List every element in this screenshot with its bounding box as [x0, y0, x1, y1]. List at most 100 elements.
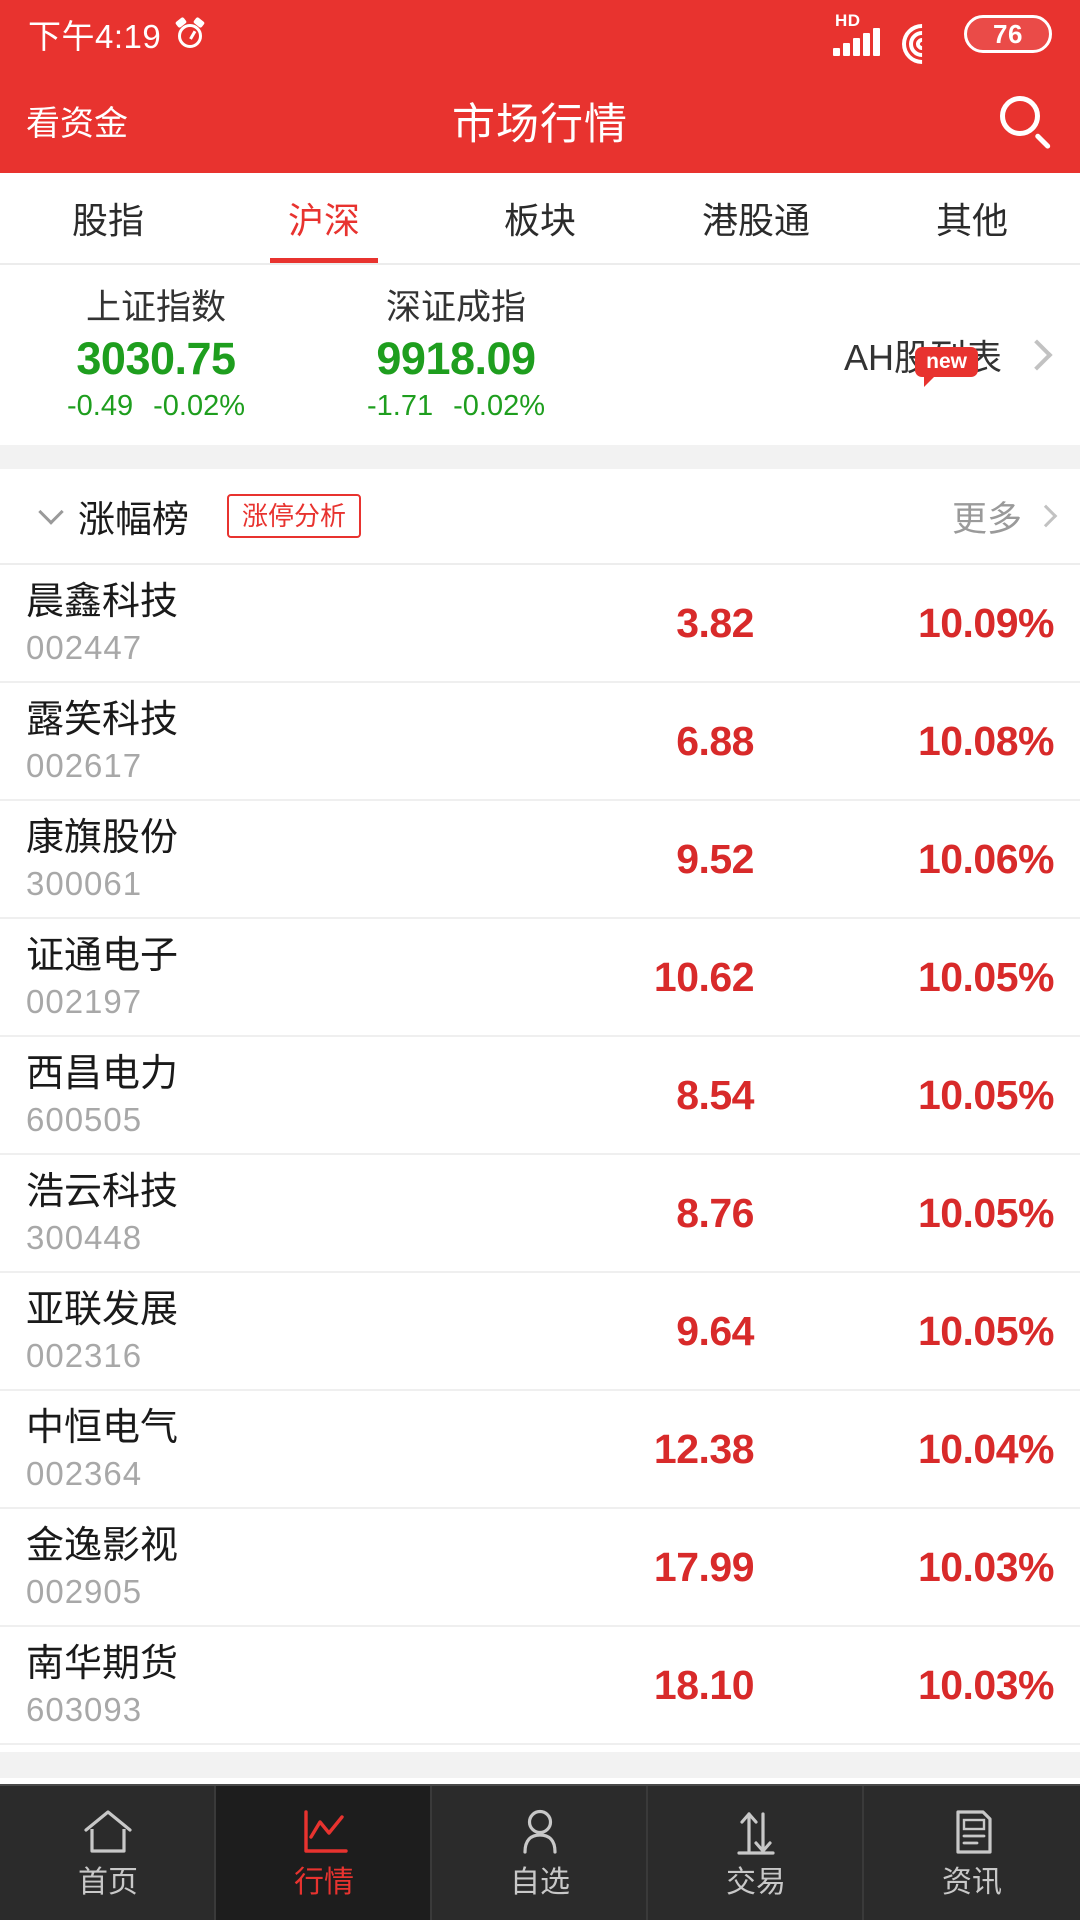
index-change-row: -0.49 -0.02%	[67, 387, 245, 425]
nav-item-market[interactable]: 行情	[216, 1786, 432, 1920]
stock-change-pct: 10.03%	[917, 1543, 1055, 1590]
stock-change-pct: 10.05%	[917, 1189, 1055, 1236]
transfer-icon	[729, 1807, 783, 1857]
gainers-title: 涨幅榜	[78, 499, 189, 540]
table-row[interactable]: 露笑科技 002617 6.88 10.08%	[0, 683, 1080, 801]
nav-label: 交易	[726, 1865, 786, 1899]
nav-item-trade[interactable]: 交易	[648, 1786, 864, 1920]
stock-change-pct: 10.06%	[917, 835, 1055, 882]
tab-hushen[interactable]: 沪深	[216, 173, 432, 263]
ah-stock-list-entry[interactable]: new AH股列表	[606, 329, 1074, 387]
chevron-down-icon[interactable]	[38, 499, 64, 525]
stock-identity: 亚联发展 002316	[26, 1285, 456, 1377]
nav-label: 首页	[78, 1865, 138, 1899]
nav-label: 自选	[510, 1865, 570, 1899]
stock-code: 603093	[26, 1691, 143, 1728]
battery-level: 76	[993, 18, 1023, 49]
index-name: 深证成指	[385, 288, 526, 327]
stock-name: 证通电子	[26, 935, 179, 977]
index-panel: 上证指数 3030.75 -0.49 -0.02% 深证成指 9918.09 -…	[0, 265, 1080, 445]
index-change-pct: -0.02%	[153, 390, 245, 422]
stock-code: 300061	[26, 865, 143, 902]
tab-bankuai[interactable]: 板块	[432, 173, 648, 263]
stock-price: 3.82	[676, 599, 754, 646]
limit-up-analysis-button[interactable]: 涨停分析	[227, 494, 362, 538]
index-value: 9918.09	[376, 333, 536, 384]
index-card-shanghai[interactable]: 上证指数 3030.75 -0.49 -0.02%	[6, 285, 306, 425]
stock-identity: 证通电子 002197	[26, 931, 456, 1023]
index-name: 上证指数	[85, 288, 226, 327]
index-change-row: -1.71 -0.02%	[367, 387, 545, 425]
alarm-clock-icon	[175, 16, 206, 49]
status-bar: 下午4:19 HD 76	[0, 0, 1080, 73]
table-row[interactable]: 亚联发展 002316 9.64 10.05%	[0, 1273, 1080, 1391]
stock-change-pct: 10.09%	[917, 599, 1055, 646]
stock-identity: 晨鑫科技 002447	[26, 577, 456, 669]
chevron-right-icon	[1021, 339, 1053, 371]
index-card-shenzhen[interactable]: 深证成指 9918.09 -1.71 -0.02%	[306, 285, 606, 425]
market-tabs: 股指 沪深 板块 港股通 其他	[0, 173, 1080, 265]
title-bar: 看资金 市场行情	[0, 68, 1080, 173]
stock-price: 6.88	[676, 717, 754, 764]
chart-icon	[297, 1807, 351, 1857]
stock-name: 露笑科技	[26, 699, 179, 741]
search-icon[interactable]	[996, 92, 1054, 150]
table-row[interactable]: 晨鑫科技 002447 3.82 10.09%	[0, 565, 1080, 683]
nav-label: 资讯	[942, 1865, 1002, 1899]
stock-name: 亚联发展	[26, 1289, 179, 1331]
stock-identity: 南华期货 603093	[26, 1639, 456, 1731]
stock-code: 600505	[26, 1101, 143, 1138]
page-title: 市场行情	[452, 100, 628, 149]
index-change: -0.49	[67, 390, 134, 422]
stock-price: 12.38	[653, 1425, 755, 1472]
stock-identity: 露笑科技 002617	[26, 695, 456, 787]
stock-identity: 金逸影视 002905	[26, 1521, 456, 1613]
stock-identity: 康旗股份 300061	[26, 813, 456, 905]
nav-item-watchlist[interactable]: 自选	[432, 1786, 648, 1920]
nav-item-home[interactable]: 首页	[0, 1786, 216, 1920]
stock-code: 002447	[26, 629, 143, 666]
index-value: 3030.75	[76, 333, 236, 384]
stock-price: 9.64	[676, 1307, 754, 1354]
table-row[interactable]: 浩云科技 300448 8.76 10.05%	[0, 1155, 1080, 1273]
stock-change-pct: 10.03%	[917, 1661, 1055, 1708]
bottom-navigation: 首页 行情 自选 交易 资讯	[0, 1784, 1080, 1920]
app-root: 下午4:19 HD 76 看资金 市场行情 股指 沪深 板块 港股通 其他 上证…	[0, 0, 1080, 1920]
battery-indicator: 76	[964, 15, 1052, 53]
stock-name: 浩云科技	[26, 1171, 179, 1213]
capital-flow-button[interactable]: 看资金	[26, 96, 128, 145]
stock-price: 17.99	[653, 1543, 755, 1590]
stock-change-pct: 10.05%	[917, 953, 1055, 1000]
stock-change-pct: 10.08%	[917, 717, 1055, 764]
nav-item-news[interactable]: 资讯	[864, 1786, 1080, 1920]
table-row[interactable]: 康旗股份 300061 9.52 10.06%	[0, 801, 1080, 919]
tab-guzhi[interactable]: 股指	[0, 173, 216, 263]
stock-change-pct: 10.05%	[917, 1307, 1055, 1354]
status-bar-left: 下午4:19	[28, 10, 206, 58]
home-icon	[81, 1807, 135, 1857]
wifi-icon	[893, 15, 951, 73]
tab-qita[interactable]: 其他	[864, 173, 1080, 263]
stock-price: 9.52	[676, 835, 754, 882]
more-button[interactable]: 更多	[952, 491, 1058, 542]
table-row[interactable]: 南华期货 603093 18.10 10.03%	[0, 1627, 1080, 1745]
table-row[interactable]: 西昌电力 600505 8.54 10.05%	[0, 1037, 1080, 1155]
hd-network-label: HD	[835, 11, 861, 30]
news-icon	[945, 1807, 999, 1857]
stock-identity: 西昌电力 600505	[26, 1049, 456, 1141]
status-time: 下午4:19	[28, 18, 162, 55]
tab-ganggutong[interactable]: 港股通	[648, 173, 864, 263]
section-divider	[0, 445, 1080, 469]
status-bar-right: HD 76	[833, 12, 1052, 73]
stock-price: 18.10	[653, 1661, 755, 1708]
stock-name: 康旗股份	[26, 817, 179, 859]
signal-bars-icon: HD	[833, 12, 880, 56]
table-row[interactable]: 金逸影视 002905 17.99 10.03%	[0, 1509, 1080, 1627]
nav-label: 行情	[294, 1865, 354, 1899]
table-row[interactable]: 证通电子 002197 10.62 10.05%	[0, 919, 1080, 1037]
new-badge: new	[915, 347, 978, 387]
stock-change-pct: 10.04%	[917, 1425, 1055, 1472]
stock-price: 8.76	[676, 1189, 754, 1236]
table-row[interactable]: 中恒电气 002364 12.38 10.04%	[0, 1391, 1080, 1509]
stock-code: 002316	[26, 1337, 143, 1374]
